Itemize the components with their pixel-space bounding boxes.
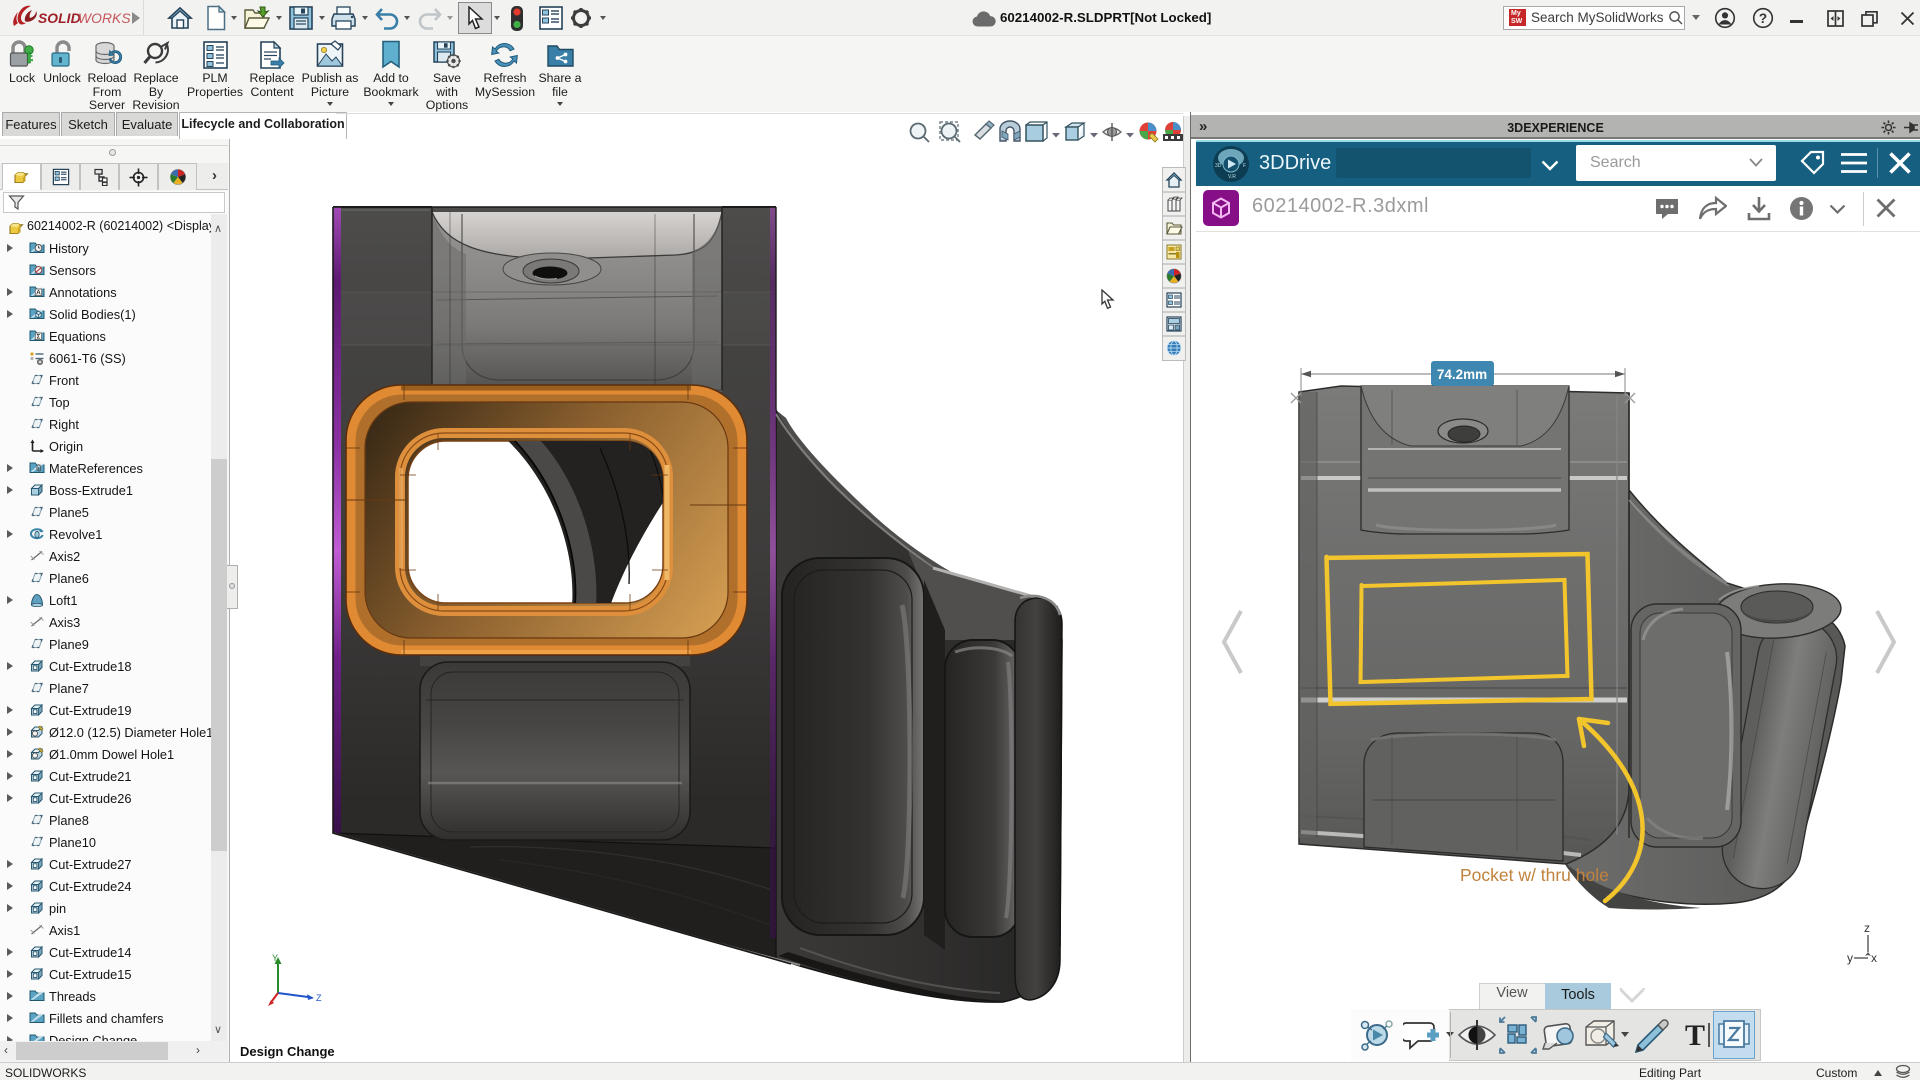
- svg-text:Y: Y: [272, 953, 278, 963]
- svg-text:3D: 3D: [1215, 163, 1222, 169]
- svg-text:Z: Z: [316, 993, 322, 1003]
- svg-text:z: z: [1864, 921, 1870, 935]
- svg-text:SOLID: SOLID: [38, 11, 81, 26]
- svg-text:y: y: [1847, 951, 1853, 965]
- svg-text:F: F: [1243, 163, 1246, 169]
- svg-text:WORKS: WORKS: [78, 11, 131, 26]
- svg-text:?: ?: [1759, 11, 1767, 26]
- svg-text:x: x: [1871, 951, 1877, 965]
- svg-text:Pocket w/ thru hole: Pocket w/ thru hole: [1460, 865, 1609, 885]
- svg-text:T: T: [1685, 1019, 1705, 1052]
- svg-text:V.R: V.R: [1228, 174, 1236, 180]
- svg-text:74.2mm: 74.2mm: [1437, 367, 1487, 382]
